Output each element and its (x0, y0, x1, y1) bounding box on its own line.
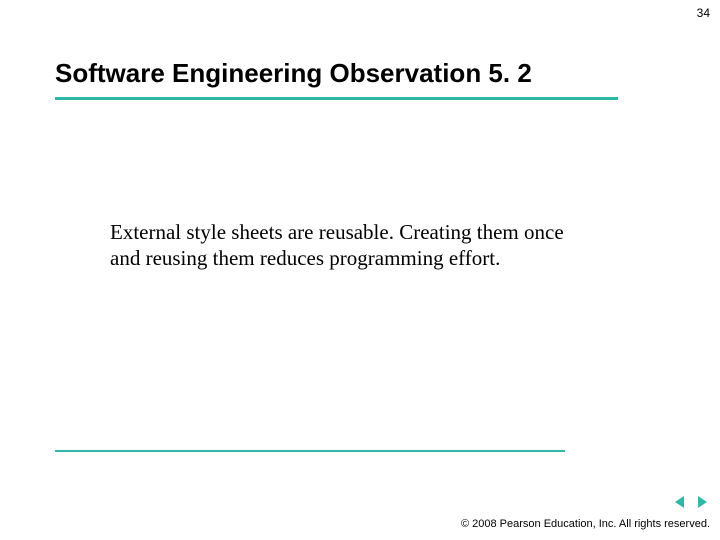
page-number: 34 (697, 6, 710, 20)
previous-arrow-icon[interactable] (672, 494, 688, 510)
copyright-symbol: © (461, 518, 469, 530)
footer-divider (55, 450, 565, 452)
nav-arrows (672, 494, 710, 510)
slide-title: Software Engineering Observation 5. 2 (55, 58, 532, 89)
title-divider (55, 97, 618, 100)
slide-body: External style sheets are reusable. Crea… (110, 220, 590, 271)
next-arrow-icon[interactable] (694, 494, 710, 510)
copyright: © 2008 Pearson Education, Inc. All right… (461, 518, 710, 530)
copyright-text: 2008 Pearson Education, Inc. All rights … (472, 518, 710, 530)
